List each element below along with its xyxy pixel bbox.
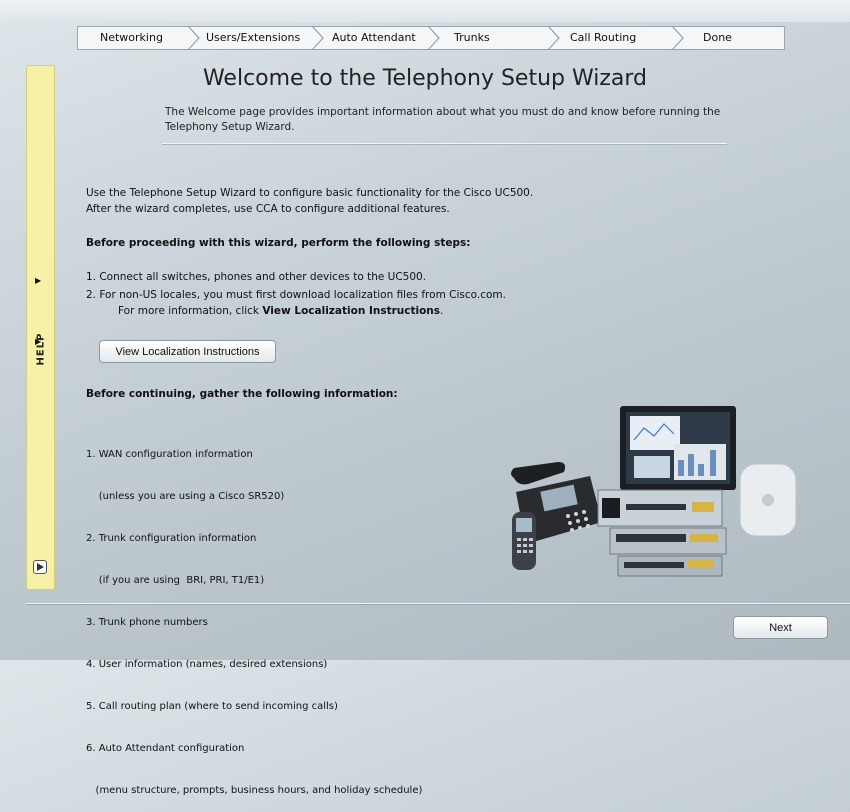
window-top-band [0,0,850,22]
list-item: 4. User information (names, desired exte… [86,659,328,670]
step-networking[interactable]: Networking [100,27,163,49]
intro-line-1: Use the Telephone Setup Wizard to config… [86,187,534,199]
list-item: 3. Trunk phone numbers [86,617,208,628]
wizard-steps-bar: Networking Users/Extensions Auto Attenda… [77,26,785,50]
chevron-right-icon [312,26,324,50]
step-item-2-more-text: For more information, click [118,305,263,317]
chevron-right-icon [428,26,440,50]
chevron-right-icon [188,26,200,50]
page-subtitle: The Welcome page provides important info… [165,106,721,133]
handset-image [512,512,536,570]
devices-illustration [498,404,800,580]
chevron-right-icon [548,26,560,50]
steps-heading: Before proceeding with this wizard, perf… [86,237,471,249]
step-item-2-more: For more information, click View Localiz… [118,304,443,319]
footer-divider [26,603,850,604]
router-image [597,489,727,577]
step-trunks[interactable]: Trunks [454,27,490,49]
divider [162,143,727,144]
list-item: 1. WAN configuration information [86,449,253,460]
list-item: (unless you are using a Cisco SR520) [86,491,285,502]
expand-arrow-icon[interactable]: ▶ [35,337,41,346]
step-item-1: 1. Connect all switches, phones and othe… [86,271,427,283]
info-list: 1. WAN configuration information (unless… [86,419,422,812]
list-item: 6. Auto Attendant configuration [86,743,245,754]
access-point-image [739,463,797,537]
step-call-routing[interactable]: Call Routing [570,27,636,49]
chevron-right-icon [672,26,684,50]
period: . [440,305,444,317]
view-localization-instructions-button[interactable]: View Localization Instructions [99,340,276,363]
step-auto-attendant[interactable]: Auto Attendant [332,27,416,49]
step-item-2: 2. For non-US locales, you must first do… [86,289,506,301]
localization-instructions-link[interactable]: View Localization Instructions [262,305,440,317]
expand-arrow-icon[interactable]: ▶ [35,276,41,285]
list-item: (menu structure, prompts, business hours… [86,785,423,796]
play-icon[interactable] [33,560,47,574]
info-heading: Before continuing, gather the following … [86,388,398,400]
step-done[interactable]: Done [703,27,732,49]
step-users-extensions[interactable]: Users/Extensions [206,27,300,49]
help-panel[interactable]: ▶ HELP ▶ [26,65,55,590]
page-title: Welcome to the Telephony Setup Wizard [202,66,648,91]
intro-line-2: After the wizard completes, use CCA to c… [86,203,450,215]
list-item: 2. Trunk configuration information [86,533,257,544]
monitor-image [620,406,736,490]
list-item: (if you are using BRI, PRI, T1/E1) [86,575,265,586]
next-button[interactable]: Next [733,616,828,639]
list-item: 5. Call routing plan (where to send inco… [86,701,338,712]
